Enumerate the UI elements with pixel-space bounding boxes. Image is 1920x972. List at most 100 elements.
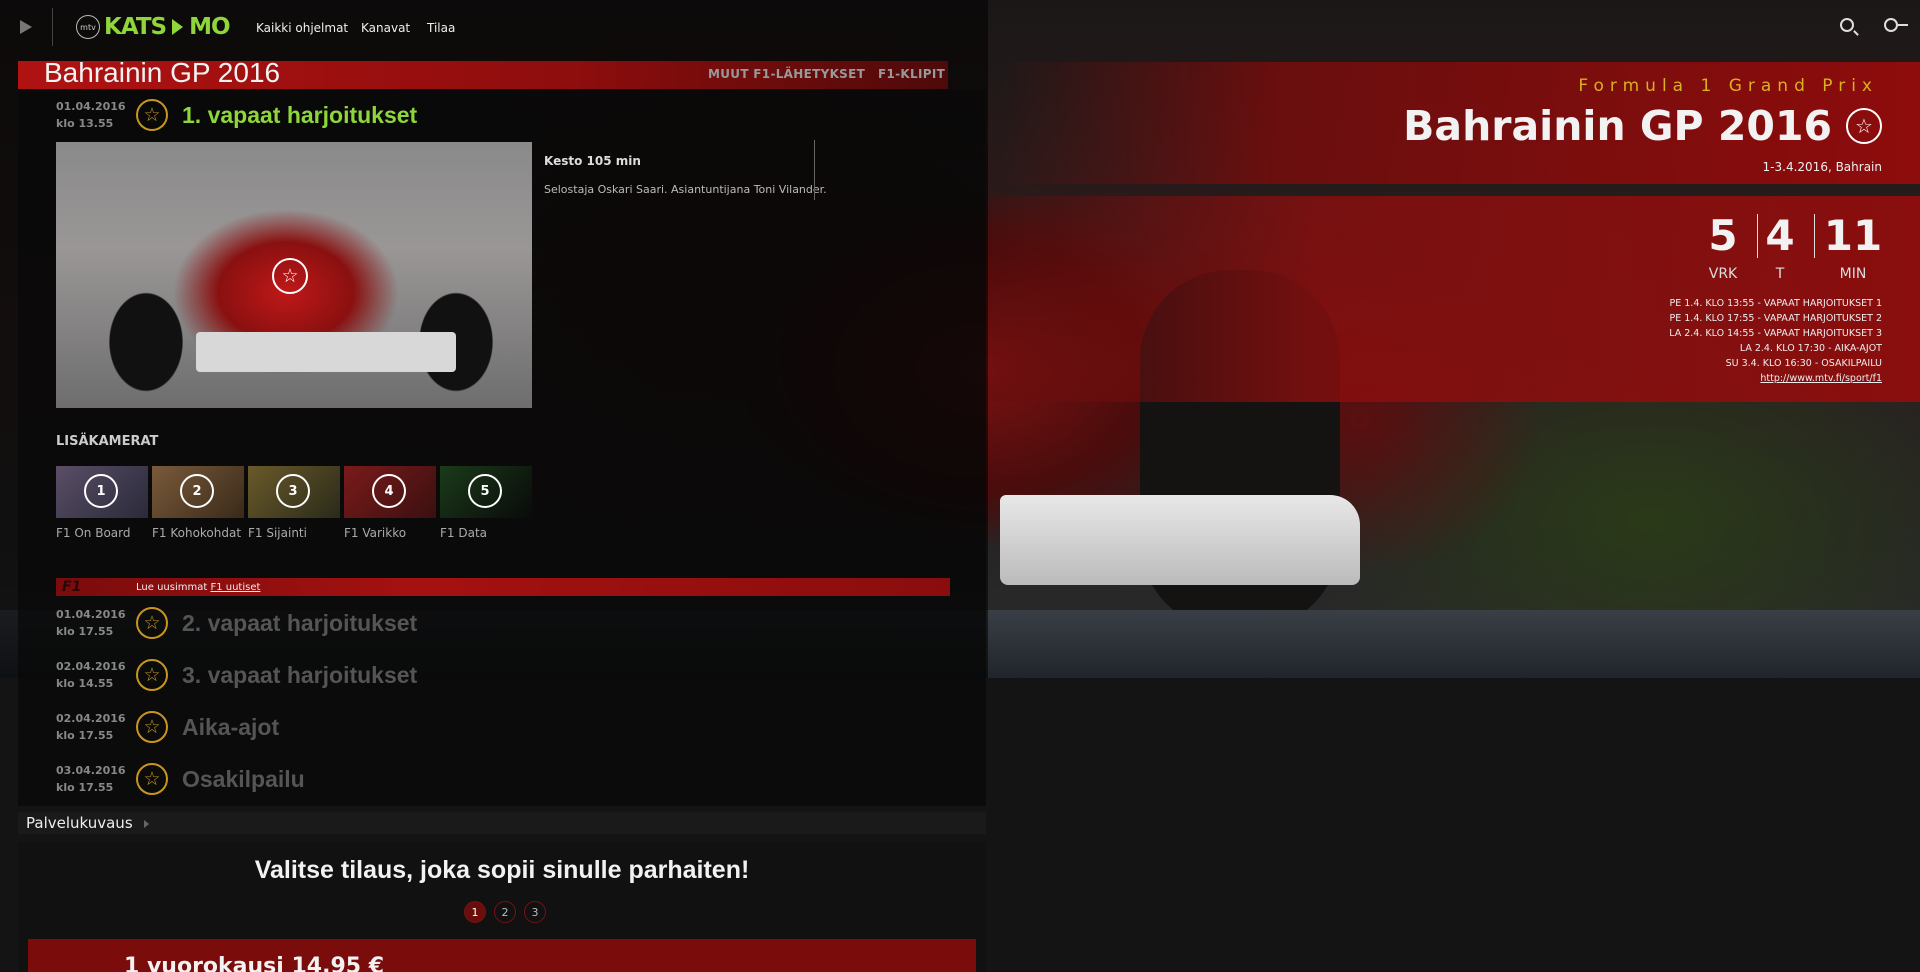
session-date: 03.04.2016 — [56, 764, 126, 777]
session-name[interactable]: Osakilpailu — [182, 766, 305, 793]
schedule-item: SU 3.4. KLO 16:30 - OSAKILPAILU — [1725, 358, 1882, 369]
camera-icon: 5 — [468, 474, 502, 508]
session-time: klo 14.55 — [56, 677, 114, 690]
session-time: klo 17.55 — [56, 625, 114, 638]
camera-thumb-data[interactable]: 5 — [440, 466, 532, 518]
favorite-star-icon[interactable]: ☆ — [136, 99, 168, 131]
top-navigation: mtv KATS MO Kaikki ohjelmat Kanavat Tila… — [0, 0, 1920, 56]
event-header-title: Bahrainin GP 2016 — [1403, 102, 1832, 150]
pager-dot[interactable]: 1 — [464, 901, 486, 923]
session-datetime: 02.04.2016 klo 14.55 — [56, 658, 136, 692]
camera-label[interactable]: F1 On Board — [56, 524, 148, 542]
hero-front-wing — [1000, 495, 1360, 585]
video-thumbnail[interactable]: ☆ — [56, 142, 532, 408]
session-datetime: 01.04.2016 klo 17.55 — [56, 606, 136, 640]
countdown-value: 11 — [1823, 211, 1883, 260]
katsomo-logo[interactable]: mtv KATS MO — [76, 14, 231, 40]
camera-icon: 3 — [276, 474, 310, 508]
session-time: klo 13.55 — [56, 117, 114, 130]
session-datetime: 01.04.2016 klo 13.55 — [56, 98, 136, 132]
camera-label[interactable]: F1 Kohokohdat — [152, 524, 244, 542]
camera-thumb-sijainti[interactable]: 3 — [248, 466, 340, 518]
countdown-value: 4 — [1765, 211, 1795, 260]
video-description: Selostaja Oskari Saari. Asiantuntijana T… — [544, 183, 827, 196]
chevron-right-icon — [144, 820, 149, 828]
countdown-value: 5 — [1708, 211, 1738, 260]
favorite-star-icon[interactable]: ☆ — [136, 659, 168, 691]
session-datetime: 03.04.2016 klo 17.55 — [56, 762, 136, 796]
session-time: klo 17.55 — [56, 781, 114, 794]
favorite-star-icon[interactable]: ☆ — [136, 763, 168, 795]
favorite-star-icon[interactable]: ☆ — [1846, 108, 1882, 144]
schedule-item: PE 1.4. KLO 17:55 - VAPAAT HARJOITUKSET … — [1669, 313, 1883, 324]
favorite-star-icon[interactable]: ☆ — [272, 258, 308, 294]
event-subtitle: Formula 1 Grand Prix — [1578, 76, 1878, 96]
event-dates: 1-3.4.2016, Bahrain — [1762, 160, 1882, 174]
session-row[interactable]: 02.04.2016 klo 17.55 ☆ Aika-ajot — [56, 710, 279, 744]
session-name[interactable]: 2. vapaat harjoitukset — [182, 610, 417, 637]
schedule-item: PE 1.4. KLO 13:55 - VAPAAT HARJOITUKSET … — [1669, 298, 1883, 309]
nav-kanavat[interactable]: Kanavat — [361, 21, 410, 35]
nav-kaikki-ohjelmat[interactable]: Kaikki ohjelmat — [256, 21, 348, 35]
session-date: 02.04.2016 — [56, 660, 126, 673]
countdown-unit: MIN — [1839, 266, 1867, 282]
play-icon[interactable] — [20, 20, 32, 34]
f1-logo: F1 — [62, 579, 82, 595]
camera-icon: 2 — [180, 474, 214, 508]
subscription-price[interactable]: 1 vuorokausi 14,95 € — [124, 954, 384, 972]
news-text: Lue uusimmat F1 uutiset — [136, 582, 260, 593]
f1-news-bar: F1 Lue uusimmat F1 uutiset — [56, 578, 950, 596]
service-description-link[interactable]: Palvelukuvaus — [26, 814, 133, 832]
session-datetime: 02.04.2016 klo 17.55 — [56, 710, 136, 744]
camera-icon: 1 — [84, 474, 118, 508]
camera-label[interactable]: F1 Data — [440, 524, 532, 542]
logo-play-icon — [172, 19, 184, 35]
favorite-star-icon[interactable]: ☆ — [136, 711, 168, 743]
session-row[interactable]: 03.04.2016 klo 17.55 ☆ Osakilpailu — [56, 762, 305, 796]
pager-dot[interactable]: 2 — [494, 901, 516, 923]
session-time: klo 17.55 — [56, 729, 114, 742]
extra-cameras-heading: LISÄKAMERAT — [56, 434, 159, 449]
camera-thumb-kohokohdat[interactable]: 2 — [152, 466, 244, 518]
session-row[interactable]: 01.04.2016 klo 13.55 ☆ 1. vapaat harjoit… — [56, 98, 417, 132]
camera-icon: 4 — [372, 474, 406, 508]
event-schedule: PE 1.4. KLO 13:55 - VAPAAT HARJOITUKSET … — [1669, 296, 1882, 386]
f1-site-link[interactable]: http://www.mtv.fi/sport/f1 — [1760, 373, 1882, 384]
video-duration: Kesto 105 min — [544, 154, 641, 168]
service-description-bar — [18, 812, 986, 834]
news-link[interactable]: F1 uutiset — [210, 582, 260, 593]
session-name[interactable]: 1. vapaat harjoitukset — [182, 102, 417, 129]
subscription-heading: Valitse tilaus, joka sopii sinulle parha… — [254, 856, 750, 884]
mtv-badge: mtv — [76, 15, 100, 39]
logo-text-right: MO — [189, 14, 230, 40]
logo-text-left: KATS — [104, 14, 167, 40]
favorite-star-icon[interactable]: ☆ — [136, 607, 168, 639]
tab-muut-f1-lahetykset[interactable]: MUUT F1-LÄHETYKSET — [708, 67, 865, 81]
session-date: 02.04.2016 — [56, 712, 126, 725]
session-row[interactable]: 02.04.2016 klo 14.55 ☆ 3. vapaat harjoit… — [56, 658, 417, 692]
event-title: Bahrainin GP 2016 — [44, 57, 281, 88]
search-icon[interactable] — [1840, 18, 1854, 32]
schedule-item: LA 2.4. KLO 14:55 - VAPAAT HARJOITUKSET … — [1669, 328, 1882, 339]
camera-label[interactable]: F1 Varikko — [344, 524, 436, 542]
countdown-unit: T — [1775, 266, 1785, 282]
camera-thumb-varikko[interactable]: 4 — [344, 466, 436, 518]
session-name[interactable]: 3. vapaat harjoitukset — [182, 662, 417, 689]
schedule-item: LA 2.4. KLO 17:30 - AIKA-AJOT — [1739, 343, 1882, 354]
camera-thumb-on-board[interactable]: 1 — [56, 466, 148, 518]
key-icon[interactable] — [1884, 18, 1908, 32]
countdown-hours: 4 T — [1751, 211, 1809, 283]
event-header: Bahrainin GP 2016 ☆ — [1403, 102, 1882, 150]
nav-divider — [52, 8, 53, 46]
session-row[interactable]: 01.04.2016 klo 17.55 ☆ 2. vapaat harjoit… — [56, 606, 417, 640]
tab-f1-klipit[interactable]: F1-KLIPIT — [878, 67, 945, 81]
countdown-days: 5 VRK — [1694, 211, 1752, 283]
subscription-pager: 1 2 3 — [464, 901, 554, 923]
pager-dot[interactable]: 3 — [524, 901, 546, 923]
camera-label[interactable]: F1 Sijainti — [248, 524, 340, 542]
description-divider — [814, 140, 815, 200]
countdown-divider — [1814, 214, 1815, 258]
session-date: 01.04.2016 — [56, 608, 126, 621]
nav-tilaa[interactable]: Tilaa — [427, 21, 455, 35]
session-name[interactable]: Aika-ajot — [182, 714, 279, 741]
